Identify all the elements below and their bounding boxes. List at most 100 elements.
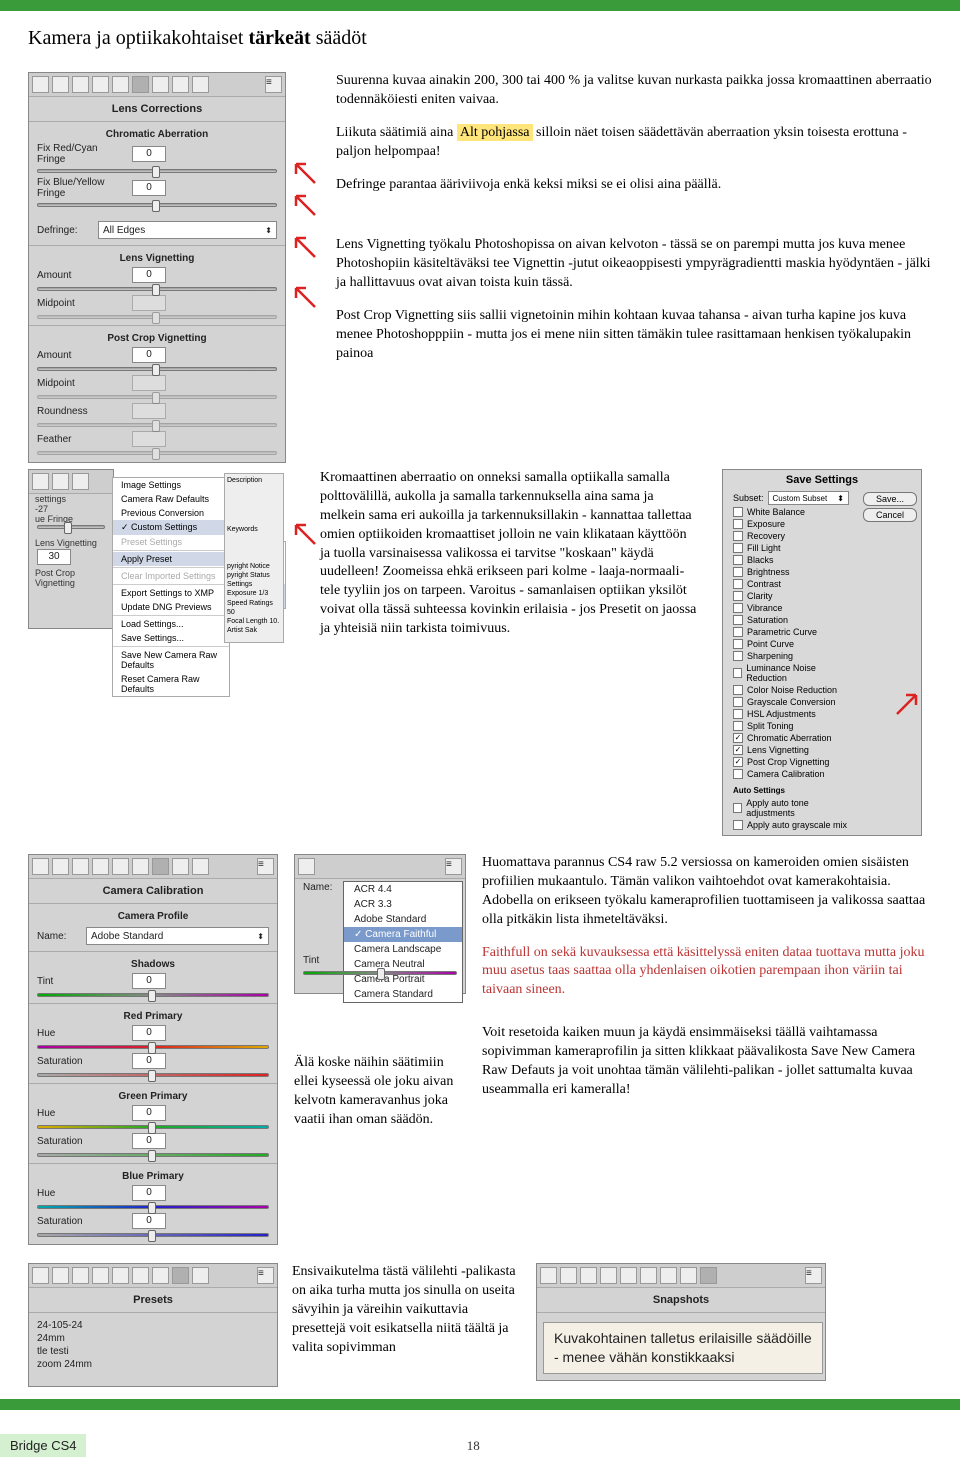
- tab-icon[interactable]: [540, 1267, 557, 1284]
- slider-sat-blue[interactable]: [37, 1233, 269, 1237]
- menu-item[interactable]: Load Settings...: [113, 617, 229, 631]
- tab-icon[interactable]: [600, 1267, 617, 1284]
- value-sat-g[interactable]: 0: [132, 1133, 166, 1149]
- checkbox[interactable]: [733, 721, 743, 731]
- tab-icon[interactable]: [112, 858, 129, 875]
- tab-icon[interactable]: [92, 76, 109, 93]
- checkbox[interactable]: [733, 668, 742, 678]
- checkbox[interactable]: ✓: [733, 745, 743, 755]
- checkbox[interactable]: [733, 507, 743, 517]
- preset-item[interactable]: 24mm: [37, 1332, 269, 1345]
- menu-item[interactable]: Image Settings: [113, 478, 229, 492]
- option[interactable]: Camera Standard: [344, 987, 462, 1002]
- checkbox[interactable]: [733, 709, 743, 719]
- tab-icon[interactable]: [298, 858, 315, 875]
- tab-icon[interactable]: [32, 473, 49, 490]
- menu-item-apply-preset[interactable]: Apply Preset: [113, 552, 229, 566]
- tab-icon[interactable]: [580, 1267, 597, 1284]
- checkbox[interactable]: [733, 615, 743, 625]
- menu-item-selected[interactable]: ✓ Custom Settings: [113, 520, 229, 535]
- checkbox[interactable]: [733, 543, 743, 553]
- tab-icon[interactable]: [132, 858, 149, 875]
- slider-hue-blue[interactable]: [37, 1205, 269, 1209]
- menu-item[interactable]: Camera Raw Defaults: [113, 492, 229, 506]
- checkbox[interactable]: [733, 639, 743, 649]
- option[interactable]: Camera Neutral: [344, 957, 462, 972]
- panel-menu-icon[interactable]: ≡: [257, 1267, 274, 1284]
- tab-icon[interactable]: [132, 1267, 149, 1284]
- panel-menu-icon[interactable]: ≡: [445, 858, 462, 875]
- tab-icon[interactable]: [172, 858, 189, 875]
- value-fix-red-cyan[interactable]: 0: [132, 146, 166, 162]
- option[interactable]: ACR 4.4: [344, 882, 462, 897]
- context-menu[interactable]: Image Settings Camera Raw Defaults Previ…: [112, 477, 230, 697]
- checkbox[interactable]: [733, 555, 743, 565]
- tab-icon[interactable]: [52, 858, 69, 875]
- tab-icon[interactable]: [72, 1267, 89, 1284]
- tab-icon-active[interactable]: [700, 1267, 717, 1284]
- tab-icon[interactable]: [680, 1267, 697, 1284]
- tab-icon[interactable]: [72, 858, 89, 875]
- value-amount2[interactable]: 0: [132, 347, 166, 363]
- slider-amount[interactable]: [37, 287, 277, 291]
- tab-icon[interactable]: [660, 1267, 677, 1284]
- option[interactable]: ACR 3.3: [344, 897, 462, 912]
- dropdown-defringe[interactable]: All Edges⬍: [98, 221, 277, 239]
- tab-icon[interactable]: [620, 1267, 637, 1284]
- slider-hue-red[interactable]: [37, 1045, 269, 1049]
- value-hue[interactable]: 0: [132, 1025, 166, 1041]
- tab-icon[interactable]: [32, 76, 49, 93]
- tab-icon-active[interactable]: [152, 858, 169, 875]
- tab-icon[interactable]: [52, 473, 69, 490]
- panel-menu-icon[interactable]: ≡: [265, 76, 282, 93]
- preset-item[interactable]: tle testi: [37, 1345, 269, 1358]
- tab-icon[interactable]: [32, 858, 49, 875]
- menu-item[interactable]: Update DNG Previews: [113, 600, 229, 614]
- preset-item[interactable]: zoom 24mm: [37, 1358, 269, 1371]
- value-hue-b[interactable]: 0: [132, 1185, 166, 1201]
- tab-icon[interactable]: [52, 1267, 69, 1284]
- tab-icon[interactable]: [72, 473, 89, 490]
- menu-item[interactable]: Save Settings...: [113, 631, 229, 645]
- slider-fix-red-cyan[interactable]: [37, 169, 277, 173]
- tab-icon[interactable]: [112, 1267, 129, 1284]
- menu-item[interactable]: Previous Conversion: [113, 506, 229, 520]
- checkbox[interactable]: ✓: [733, 757, 743, 767]
- checkbox[interactable]: [733, 579, 743, 589]
- option-selected[interactable]: ✓ Camera Faithful: [344, 927, 462, 942]
- tab-icon[interactable]: [152, 76, 169, 93]
- panel-menu-icon[interactable]: ≡: [257, 858, 274, 875]
- tab-icon-active[interactable]: [172, 1267, 189, 1284]
- menu-item[interactable]: Save New Camera Raw Defaults: [113, 648, 229, 672]
- slider-mini[interactable]: [37, 525, 105, 529]
- value-sat-b[interactable]: 0: [132, 1213, 166, 1229]
- slider-amount2[interactable]: [37, 367, 277, 371]
- tab-icon[interactable]: [92, 1267, 109, 1284]
- value-tint[interactable]: 0: [132, 973, 166, 989]
- tab-icon[interactable]: [32, 1267, 49, 1284]
- checkbox[interactable]: [733, 685, 743, 695]
- tab-icon[interactable]: [152, 1267, 169, 1284]
- checkbox[interactable]: ✓: [733, 733, 743, 743]
- menu-item[interactable]: Export Settings to XMP: [113, 586, 229, 600]
- slider-sat-red[interactable]: [37, 1073, 269, 1077]
- checkbox[interactable]: [733, 603, 743, 613]
- preset-item[interactable]: 24-105-24: [37, 1319, 269, 1332]
- value-saturation[interactable]: 0: [132, 1053, 166, 1069]
- mini-amount[interactable]: 30: [37, 549, 71, 565]
- slider-tint[interactable]: [37, 993, 269, 997]
- checkbox[interactable]: [733, 627, 743, 637]
- profile-dropdown-list[interactable]: ACR 4.4 ACR 3.3 Adobe Standard ✓ Camera …: [343, 881, 463, 1003]
- value-hue-g[interactable]: 0: [132, 1105, 166, 1121]
- slider-tint-mini[interactable]: [303, 971, 457, 975]
- tab-icon[interactable]: [72, 76, 89, 93]
- tab-icon[interactable]: [172, 76, 189, 93]
- cancel-button[interactable]: Cancel: [863, 508, 917, 522]
- panel-menu-icon[interactable]: ≡: [805, 1267, 822, 1284]
- checkbox[interactable]: [733, 591, 743, 601]
- tab-icon-active[interactable]: [132, 76, 149, 93]
- tab-icon[interactable]: [640, 1267, 657, 1284]
- checkbox[interactable]: [733, 803, 742, 813]
- subset-dropdown[interactable]: Custom Subset⬍: [768, 491, 849, 505]
- value-fix-blue-yellow[interactable]: 0: [132, 180, 166, 196]
